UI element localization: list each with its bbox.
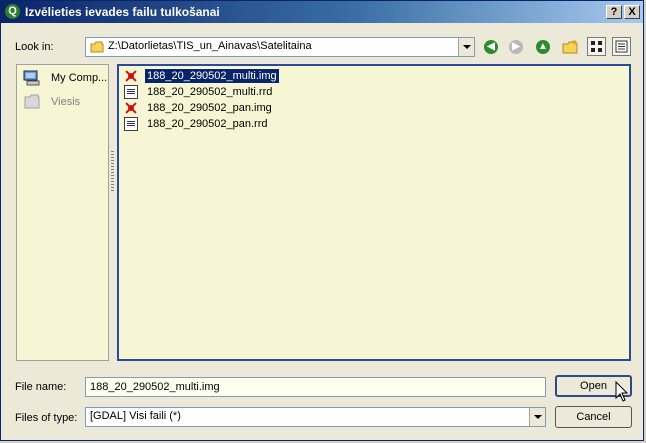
arrow-right-icon: ▶ <box>509 40 523 54</box>
new-folder-button[interactable] <box>561 38 579 56</box>
list-view-button[interactable] <box>587 37 606 56</box>
icon-view-icon <box>591 41 602 52</box>
detail-view-icon <box>615 40 628 53</box>
chevron-down-icon[interactable] <box>458 38 474 56</box>
parent-directory-button[interactable]: ▲ <box>534 38 552 56</box>
window-title: Izvēlieties ievades failu tulkošanai <box>25 5 220 19</box>
look-in-combo[interactable]: Z:\Datorlietas\TIS_un_Ainavas\Satelitain… <box>85 37 475 57</box>
title-bar[interactable]: Q Izvēlieties ievades failu tulkošanai ?… <box>1 1 643 23</box>
file-name: 188_20_290502_pan.img <box>147 102 272 114</box>
folder-icon <box>24 94 40 109</box>
close-button[interactable]: X <box>624 5 640 19</box>
files-of-type-label: Files of type: <box>15 412 78 424</box>
forward-button[interactable]: ▶ <box>507 38 525 56</box>
detail-view-button[interactable] <box>612 37 631 56</box>
document-icon <box>124 85 138 99</box>
document-icon <box>124 117 138 131</box>
file-dialog-window: Q Izvēlieties ievades failu tulkošanai ?… <box>0 0 644 441</box>
file-name: 188_20_290502_multi.img <box>144 68 280 84</box>
file-name-value: 188_20_290502_multi.img <box>90 381 220 393</box>
files-of-type-combo[interactable]: [GDAL] Visi faili (*) <box>85 407 546 427</box>
new-folder-icon <box>562 39 578 54</box>
chevron-down-icon[interactable] <box>529 408 545 426</box>
back-button[interactable]: ◀ <box>482 38 500 56</box>
list-item[interactable]: 188_20_290502_pan.rrd <box>123 116 423 132</box>
arrow-left-icon: ◀ <box>484 40 498 54</box>
file-name-input[interactable]: 188_20_290502_multi.img <box>85 377 546 397</box>
sidebar-item-viesis[interactable]: Viesis <box>21 93 107 111</box>
sidebar-item-label: Viesis <box>51 96 81 108</box>
raster-icon <box>124 101 138 115</box>
qgis-app-icon: Q <box>5 4 20 19</box>
sidebar-places: My Comp... Viesis <box>16 64 109 361</box>
computer-icon <box>23 70 40 86</box>
list-item[interactable]: 188_20_290502_multi.rrd <box>123 84 423 100</box>
sidebar-item-my-computer[interactable]: My Comp... <box>21 69 107 87</box>
file-list: 188_20_290502_multi.img 188_20_290502_mu… <box>117 64 631 361</box>
mouse-cursor-icon <box>615 381 629 402</box>
look-in-label: Look in: <box>15 41 54 53</box>
file-name-label: File name: <box>15 381 67 393</box>
folder-icon <box>90 41 104 53</box>
sidebar-item-label: My Comp... <box>51 72 108 84</box>
raster-icon <box>124 69 138 83</box>
splitter-handle[interactable] <box>111 151 114 191</box>
files-of-type-value: [GDAL] Visi faili (*) <box>90 410 181 422</box>
cancel-button[interactable]: Cancel <box>555 406 632 428</box>
help-button[interactable]: ? <box>606 5 622 19</box>
list-item[interactable]: 188_20_290502_multi.img <box>123 68 423 84</box>
file-name: 188_20_290502_multi.rrd <box>147 86 273 98</box>
arrow-up-icon: ▲ <box>536 40 550 54</box>
look-in-path: Z:\Datorlietas\TIS_un_Ainavas\Satelitain… <box>108 40 312 52</box>
file-name: 188_20_290502_pan.rrd <box>147 118 268 130</box>
list-item[interactable]: 188_20_290502_pan.img <box>123 100 423 116</box>
